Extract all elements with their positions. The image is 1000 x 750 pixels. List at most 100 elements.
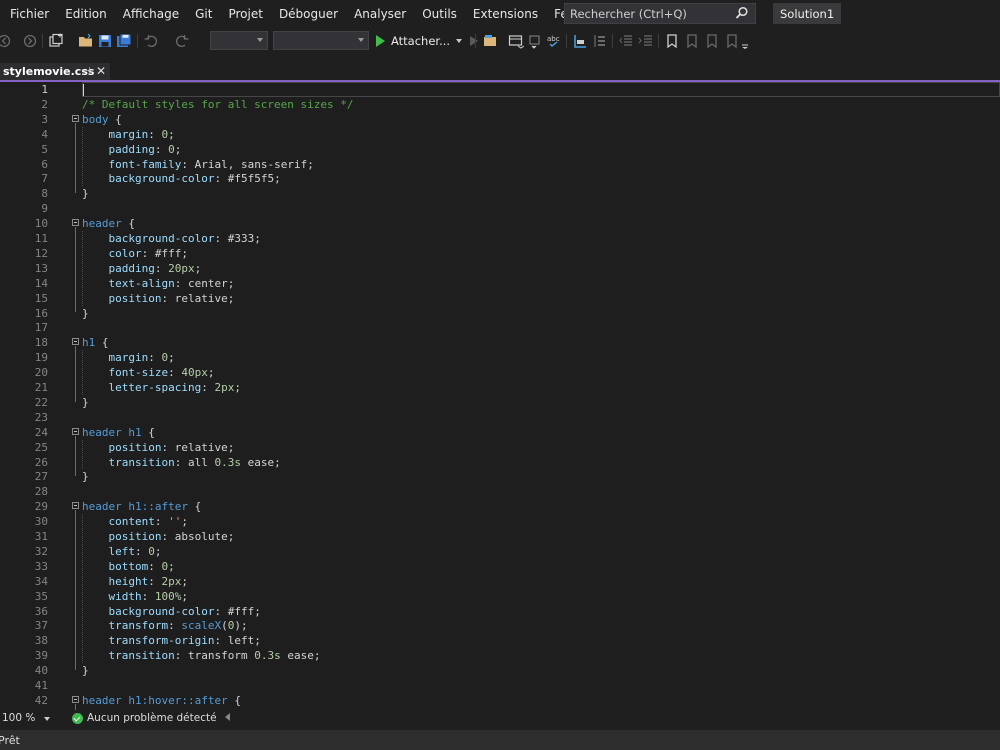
code-line: 23: [0, 410, 1000, 425]
nav-forward-icon[interactable]: [22, 33, 38, 49]
code-line: 37 transform: scaleX(0);: [0, 618, 1000, 633]
chevron-down-icon[interactable]: [44, 717, 50, 721]
spellcheck-icon[interactable]: abc: [546, 33, 562, 49]
code-token: :: [214, 634, 228, 648]
save-icon[interactable]: [97, 33, 113, 49]
chevron-down-icon[interactable]: [528, 33, 544, 49]
scroll-left-icon[interactable]: [225, 713, 230, 721]
fold-toggle-icon[interactable]: [72, 114, 79, 122]
menu-item-outils[interactable]: Outils: [414, 7, 465, 21]
code-line: 4 margin: 0;: [0, 127, 1000, 142]
menu-item-analyser[interactable]: Analyser: [346, 7, 414, 21]
solution-name-badge[interactable]: Solution1: [773, 3, 842, 24]
toolbar-overflow-icon[interactable]: [740, 33, 756, 49]
code-line: 24 header h1 {: [0, 425, 1000, 440]
code-text: margin: 0;: [82, 127, 175, 142]
code-token: {: [227, 693, 241, 707]
check-circle-icon: [72, 712, 83, 724]
code-token: bottom: [108, 559, 149, 573]
code-token: left: [108, 544, 136, 558]
outdent-icon[interactable]: [618, 33, 634, 49]
line-number: 39: [34, 649, 48, 663]
menu-item-fichier[interactable]: Fichier: [0, 7, 57, 21]
line-number: 11: [34, 232, 48, 245]
open-folder-icon[interactable]: [78, 33, 94, 49]
menu-item-projet[interactable]: Projet: [220, 7, 270, 21]
line-number: 7: [41, 172, 48, 186]
code-token: 0: [148, 544, 155, 558]
code-line: 8}: [0, 186, 1000, 201]
code-line: 39 transition: transform 0.3s ease;: [0, 648, 1000, 663]
code-text: position: absolute;: [82, 529, 235, 544]
line-number: 4: [41, 127, 48, 141]
search-input[interactable]: Rechercher (Ctrl+Q): [564, 3, 756, 24]
close-icon[interactable]: ✕: [96, 64, 106, 78]
code-token: ;: [254, 604, 261, 618]
toolbox-icon[interactable]: [508, 33, 524, 49]
code-token: header h1::after: [82, 500, 188, 514]
code-token: ;: [254, 232, 261, 245]
attach-button[interactable]: Attacher...: [376, 31, 479, 51]
code-token: :: [161, 291, 175, 305]
fold-region-line: [75, 435, 76, 477]
save-all-icon[interactable]: [116, 33, 132, 49]
line-number: 25: [34, 440, 48, 454]
redo-icon[interactable]: [174, 33, 190, 49]
zoom-level[interactable]: 100 %: [2, 712, 35, 724]
line-number: 10: [34, 217, 48, 231]
code-token: :: [161, 530, 175, 543]
tab-stylemovie-css[interactable]: stylemovie.css ⊣ ✕: [0, 63, 110, 80]
code-token: }: [82, 306, 89, 320]
fold-toggle-icon[interactable]: [72, 338, 79, 346]
new-project-icon[interactable]: [48, 33, 64, 49]
menu-item-déboguer[interactable]: Déboguer: [271, 7, 346, 21]
platform-dropdown[interactable]: [273, 31, 369, 50]
chevron-down-icon: [257, 38, 263, 42]
fold-toggle-icon[interactable]: [72, 427, 79, 435]
code-token: {: [95, 336, 109, 350]
code-text: h1 {: [82, 335, 109, 350]
pin-icon[interactable]: ⊣: [82, 66, 91, 77]
fold-region-line: [75, 122, 76, 194]
menu-item-edition[interactable]: Edition: [57, 7, 115, 21]
code-text: width: 100%;: [82, 589, 189, 604]
undo-icon[interactable]: [143, 33, 159, 49]
code-token: font-size: [108, 366, 169, 380]
search-icon: [735, 6, 748, 19]
code-text: letter-spacing: 2px;: [82, 380, 241, 395]
code-editor[interactable]: 1 2 /* Default styles for all screen sizes…: [0, 82, 1000, 710]
menu-item-extensions[interactable]: Extensions: [465, 7, 546, 21]
bookmark-icon[interactable]: [664, 33, 680, 49]
code-text: header h1:hover::after {: [82, 693, 241, 708]
menu-item-git[interactable]: Git: [187, 7, 220, 21]
code-token: ;: [168, 127, 175, 141]
configuration-dropdown[interactable]: [210, 31, 268, 50]
nav-back-icon[interactable]: [0, 33, 12, 49]
fold-toggle-icon[interactable]: [72, 695, 79, 703]
code-text: font-size: 40px;: [82, 365, 215, 380]
line-number: 5: [41, 142, 48, 156]
line-number: 23: [34, 410, 48, 424]
step-over-icon[interactable]: [592, 33, 608, 49]
fold-toggle-icon[interactable]: [72, 502, 79, 510]
bookmark-next-icon[interactable]: [704, 33, 720, 49]
bookmark-prev-icon[interactable]: [684, 33, 700, 49]
breakpoint-icon[interactable]: [572, 33, 588, 49]
issues-indicator[interactable]: Aucun problème détecté: [72, 712, 217, 724]
menu-item-affichage[interactable]: Affichage: [115, 7, 187, 21]
fold-region-line: [75, 227, 76, 313]
indent-icon[interactable]: [638, 33, 654, 49]
code-line: 20 font-size: 40px;: [0, 365, 1000, 380]
code-token: 20px: [168, 261, 195, 275]
code-line: 36 background-color: #fff;: [0, 604, 1000, 619]
fold-toggle-icon[interactable]: [72, 219, 79, 227]
code-line: 11 background-color: #333;: [0, 231, 1000, 246]
browser-link-icon[interactable]: [482, 33, 498, 49]
code-text: font-family: Arial, sans-serif;: [82, 157, 314, 172]
bookmark-clear-icon[interactable]: [724, 33, 740, 49]
code-token: :: [201, 381, 215, 394]
